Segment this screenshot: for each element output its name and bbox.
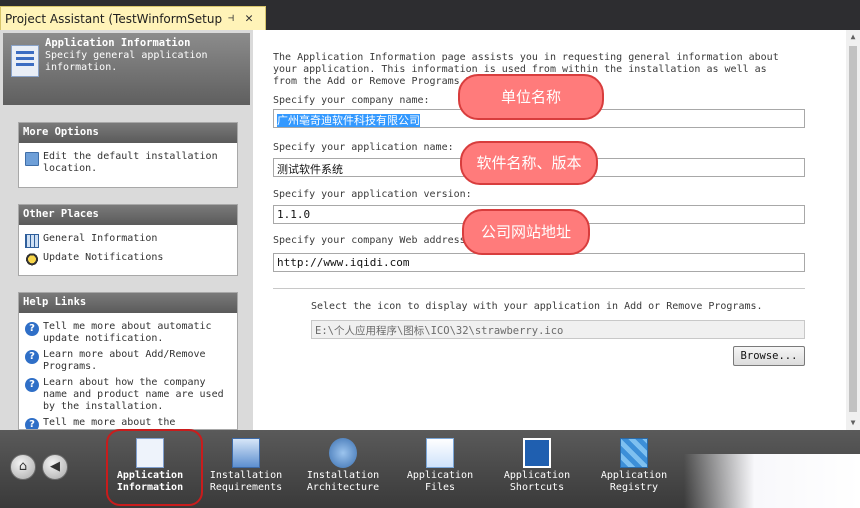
help-link-label: Tell me more about the: [43, 417, 176, 428]
icon-path-field: E:\个人应用程序\图标\ICO\32\strawberry.ico: [311, 320, 805, 339]
company-name-value: 广州亳奇迪软件科技有限公司: [277, 114, 420, 127]
step-label-line1: Installation: [209, 470, 283, 481]
step-application-registry[interactable]: Application Registry: [586, 430, 682, 508]
more-options-title: More Options: [19, 123, 237, 143]
more-options-item[interactable]: Edit the default installation location.: [19, 149, 237, 177]
icon-select-label: Select the icon to display with your app…: [311, 301, 763, 312]
shortcuts-icon: [523, 438, 551, 468]
page-description: Specify general application information.: [45, 50, 208, 73]
application-name-label: Specify your application name:: [273, 142, 454, 153]
other-places-title: Other Places: [19, 205, 237, 225]
step-label-line2: Registry: [609, 482, 659, 493]
other-places-box: Other Places General Information Update …: [18, 204, 238, 276]
divider: [273, 288, 805, 289]
help-links-title: Help Links: [19, 293, 237, 313]
home-icon[interactable]: ⌂: [10, 454, 36, 480]
document-tab-bar: Project Assistant (TestWinformSetup) ⊣ ✕: [0, 0, 860, 30]
other-places-item-label: Update Notifications: [43, 252, 164, 263]
callout-website: 公司网站地址: [462, 209, 590, 255]
close-icon[interactable]: ✕: [239, 11, 259, 26]
scroll-thumb[interactable]: [849, 46, 857, 412]
application-info-icon: [11, 45, 39, 77]
files-icon: [426, 438, 454, 468]
update-icon: [25, 253, 39, 267]
step-label-line2: Architecture: [306, 482, 380, 493]
document-tab-title: Project Assistant (TestWinformSetup): [5, 11, 223, 26]
help-link-item[interactable]: ? Learn more about Add/Remove Programs.: [19, 347, 237, 375]
step-installation-requirements[interactable]: Installation Requirements: [198, 430, 294, 508]
help-links-box: Help Links ? Tell me more about automati…: [18, 292, 238, 430]
help-link-item[interactable]: ? Learn about how the company name and p…: [19, 375, 237, 415]
page-title: Application Information: [45, 37, 191, 49]
step-application-files[interactable]: Application Files: [392, 430, 488, 508]
help-icon: ?: [25, 322, 39, 336]
other-places-item-label: General Information: [43, 233, 158, 244]
document-tab[interactable]: Project Assistant (TestWinformSetup) ⊣ ✕: [0, 6, 266, 30]
help-icon: ?: [25, 378, 39, 392]
browse-button[interactable]: Browse...: [733, 346, 805, 366]
help-icon: ?: [25, 350, 39, 364]
step-label-line1: Application: [406, 470, 474, 481]
folder-icon: [25, 152, 39, 166]
left-task-panel: Application Information Specify general …: [0, 30, 253, 430]
help-link-label: Learn more about Add/Remove Programs.: [43, 349, 206, 372]
step-label-line2: Requirements: [209, 482, 283, 493]
requirements-icon: [232, 438, 260, 468]
company-web-field[interactable]: http://www.iqidi.com: [273, 253, 805, 272]
architecture-icon: [329, 438, 357, 468]
other-places-item-general[interactable]: General Information: [19, 231, 237, 250]
scroll-up-icon[interactable]: ▲: [846, 30, 860, 44]
vertical-scrollbar[interactable]: ▲ ▼: [846, 30, 860, 430]
other-places-item-update[interactable]: Update Notifications: [19, 250, 237, 269]
step-label-line1: Installation: [306, 470, 380, 481]
scroll-down-icon[interactable]: ▼: [846, 416, 860, 430]
step-application-shortcuts[interactable]: Application Shortcuts: [489, 430, 585, 508]
more-options-item-label: Edit the default installation location.: [43, 151, 218, 174]
highlight-ring: [106, 429, 203, 506]
help-link-label: Learn about how the company name and pro…: [43, 377, 224, 412]
step-installation-architecture[interactable]: Installation Architecture: [295, 430, 391, 508]
page-header: Application Information Specify general …: [3, 33, 250, 105]
company-name-label: Specify your company name:: [273, 95, 430, 106]
pin-icon[interactable]: ⊣: [223, 13, 239, 24]
more-options-box: More Options Edit the default installati…: [18, 122, 238, 188]
help-link-item[interactable]: ? Tell me more about the: [19, 415, 237, 429]
registry-icon: [620, 438, 648, 468]
bottom-fade: [684, 454, 860, 508]
company-web-label: Specify your company Web address:: [273, 235, 472, 246]
grid-icon: [25, 234, 39, 248]
help-icon: ?: [25, 418, 39, 429]
step-label-line2: Shortcuts: [509, 482, 565, 493]
back-icon[interactable]: ◀: [42, 454, 68, 480]
help-link-item[interactable]: ? Tell me more about automatic update no…: [19, 319, 237, 347]
application-version-label: Specify your application version:: [273, 189, 472, 200]
step-label-line1: Application: [503, 470, 571, 481]
help-link-label: Tell me more about automatic update noti…: [43, 321, 212, 344]
step-label-line2: Files: [424, 482, 456, 493]
callout-application: 软件名称、版本: [460, 141, 598, 185]
step-label-line1: Application: [600, 470, 668, 481]
callout-company: 单位名称: [458, 74, 604, 120]
